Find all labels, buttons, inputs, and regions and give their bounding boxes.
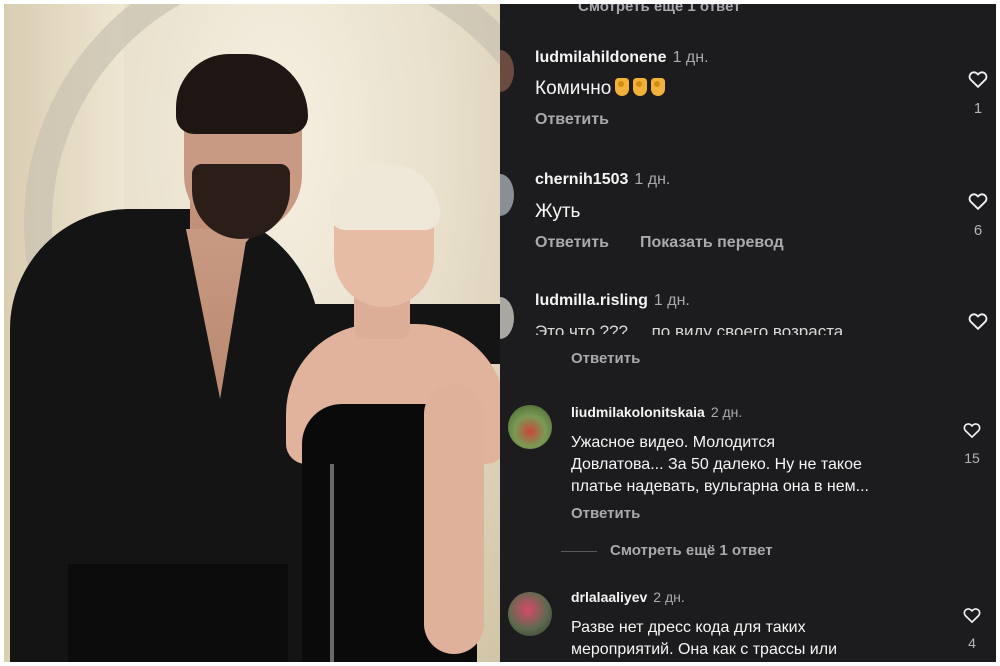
reply-button[interactable]: Ответить	[571, 505, 640, 522]
woman-arm	[424, 384, 484, 654]
post-photo	[4, 4, 500, 662]
comment-user-name[interactable]: ludmilahildonene	[535, 49, 667, 66]
avatar[interactable]	[500, 297, 514, 339]
heart-outline-icon[interactable]	[967, 310, 989, 332]
like-count: 4	[968, 635, 976, 651]
comment-user-name[interactable]: ludmilla.risling	[535, 292, 648, 309]
like-count: 15	[964, 450, 980, 466]
comment-username[interactable]: ludmilahildonene 1 дн.	[535, 49, 709, 67]
comment-text: Ужасное видео. Молодится Довлатова... За…	[571, 432, 869, 498]
comment-text: Комично	[535, 78, 666, 100]
heart-outline-icon[interactable]	[962, 420, 982, 440]
comment-time: 1 дн.	[653, 292, 690, 309]
show-translation-button[interactable]: Показать перевод	[640, 234, 784, 252]
avatar[interactable]	[500, 174, 514, 216]
heart-outline-icon[interactable]	[967, 190, 989, 212]
like-count: 1	[973, 100, 983, 117]
view-more-replies-top[interactable]: Смотреть ещё 1 ответ	[578, 4, 741, 15]
comment-text: Жуть	[535, 201, 581, 222]
comment-time: 1 дн.	[672, 49, 709, 66]
comment-text-line: Разве нет дресс кода для таких	[571, 619, 806, 636]
view-more-divider	[561, 551, 597, 552]
like-count: 6	[973, 222, 983, 239]
reply-button[interactable]: Ответить	[535, 234, 609, 252]
comment-text-line: Ужасное видео. Молодится	[571, 434, 775, 451]
view-more-replies[interactable]: Смотреть ещё 1 ответ	[610, 542, 773, 559]
reply-button[interactable]: Ответить	[571, 350, 640, 367]
comment-text-line: мероприятий. Она как с трассы или	[571, 641, 837, 658]
avatar[interactable]	[508, 405, 552, 449]
avatar[interactable]	[500, 50, 514, 92]
comment-time: 2 дн.	[710, 404, 743, 420]
comment-username[interactable]: liudmilakolonitskaia 2 дн.	[571, 404, 742, 420]
reply-button[interactable]: Ответить	[535, 111, 609, 129]
comment-text-line: платье надевать, вульгарна она в нем...	[571, 478, 869, 495]
thumbs-down-emoji-icon	[651, 78, 666, 96]
heart-outline-icon[interactable]	[967, 68, 989, 90]
comment-username[interactable]: drlalaaliyev 2 дн.	[571, 589, 685, 605]
comment-username[interactable]: chernih1503 1 дн.	[535, 171, 670, 189]
comment-user-name[interactable]: drlalaaliyev	[571, 589, 647, 605]
comment-text-line: Довлатова... За 50 далеко. Ну не такое	[571, 456, 862, 473]
comment-time: 1 дн.	[634, 171, 671, 188]
avatar[interactable]	[508, 592, 552, 636]
comment-time: 2 дн.	[653, 589, 685, 605]
comment-user-name[interactable]: liudmilakolonitskaia	[571, 404, 705, 420]
comment-text-body: Комично	[535, 78, 612, 99]
comment-user-name[interactable]: chernih1503	[535, 171, 628, 188]
thumbs-down-emoji-icon	[633, 78, 648, 96]
comment-text: Разве нет дресс кода для таких мероприят…	[571, 617, 837, 661]
thumbs-down-emoji-icon	[615, 78, 630, 96]
heart-outline-icon[interactable]	[962, 605, 982, 625]
man-pants	[68, 564, 288, 662]
woman-dress-zip	[330, 464, 334, 662]
comment-text-obscured: Это что ??? ... по виду своего возраста.	[535, 322, 848, 335]
comment-username[interactable]: ludmilla.risling 1 дн.	[535, 292, 690, 310]
comments-panel: Смотреть ещё 1 ответ ludmilahildonene 1 д…	[500, 4, 996, 662]
